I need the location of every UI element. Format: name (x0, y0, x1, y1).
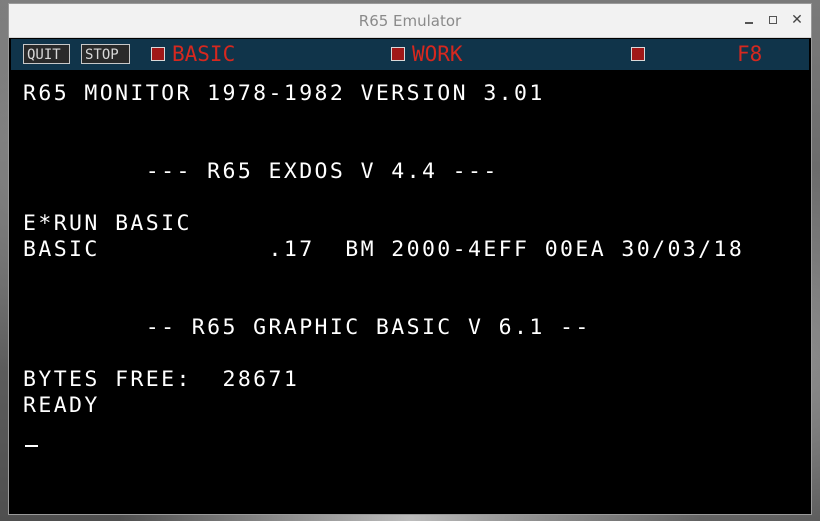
basic-indicator-light (151, 47, 165, 61)
terminal-line-ready: READY (23, 393, 100, 418)
terminal-line-basic-file-info: BASIC .17 BM 2000-4EFF 00EA 30/03/18 (23, 237, 745, 262)
emulator-toolbar: QUIT STOP BASIC WORK F8 (11, 39, 809, 70)
maximize-button[interactable] (764, 11, 782, 29)
terminal-line-run-command: E*RUN BASIC (23, 211, 192, 236)
title-bar[interactable]: R65 Emulator ✕ (9, 4, 811, 38)
work-indicator-light (391, 47, 405, 61)
minimize-button[interactable] (740, 11, 758, 29)
f8-indicator-light (631, 47, 645, 61)
terminal-screen[interactable]: R65 MONITOR 1978-1982 VERSION 3.01 --- R… (11, 71, 809, 513)
basic-indicator-label: BASIC (172, 42, 236, 66)
terminal-line-bytes-free: BYTES FREE: 28671 (23, 367, 300, 392)
terminal-line-graphic-basic-banner: -- R65 GRAPHIC BASIC V 6.1 -- (23, 315, 591, 340)
quit-button[interactable]: QUIT (23, 44, 70, 64)
close-icon: ✕ (791, 12, 803, 28)
window-title: R65 Emulator (358, 12, 462, 30)
work-indicator-label: WORK (412, 42, 463, 66)
terminal-line-monitor-version: R65 MONITOR 1978-1982 VERSION 3.01 (23, 81, 545, 106)
close-button[interactable]: ✕ (788, 11, 806, 29)
f8-indicator-label: F8 (737, 42, 763, 66)
text-cursor (25, 445, 38, 447)
maximize-icon (769, 16, 777, 24)
terminal-line-exdos-banner: --- R65 EXDOS V 4.4 --- (23, 159, 499, 184)
minimize-icon (745, 22, 753, 24)
emulator-window: R65 Emulator ✕ QUIT STOP BASIC WORK F8 R… (8, 3, 812, 515)
stop-button[interactable]: STOP (81, 44, 130, 64)
